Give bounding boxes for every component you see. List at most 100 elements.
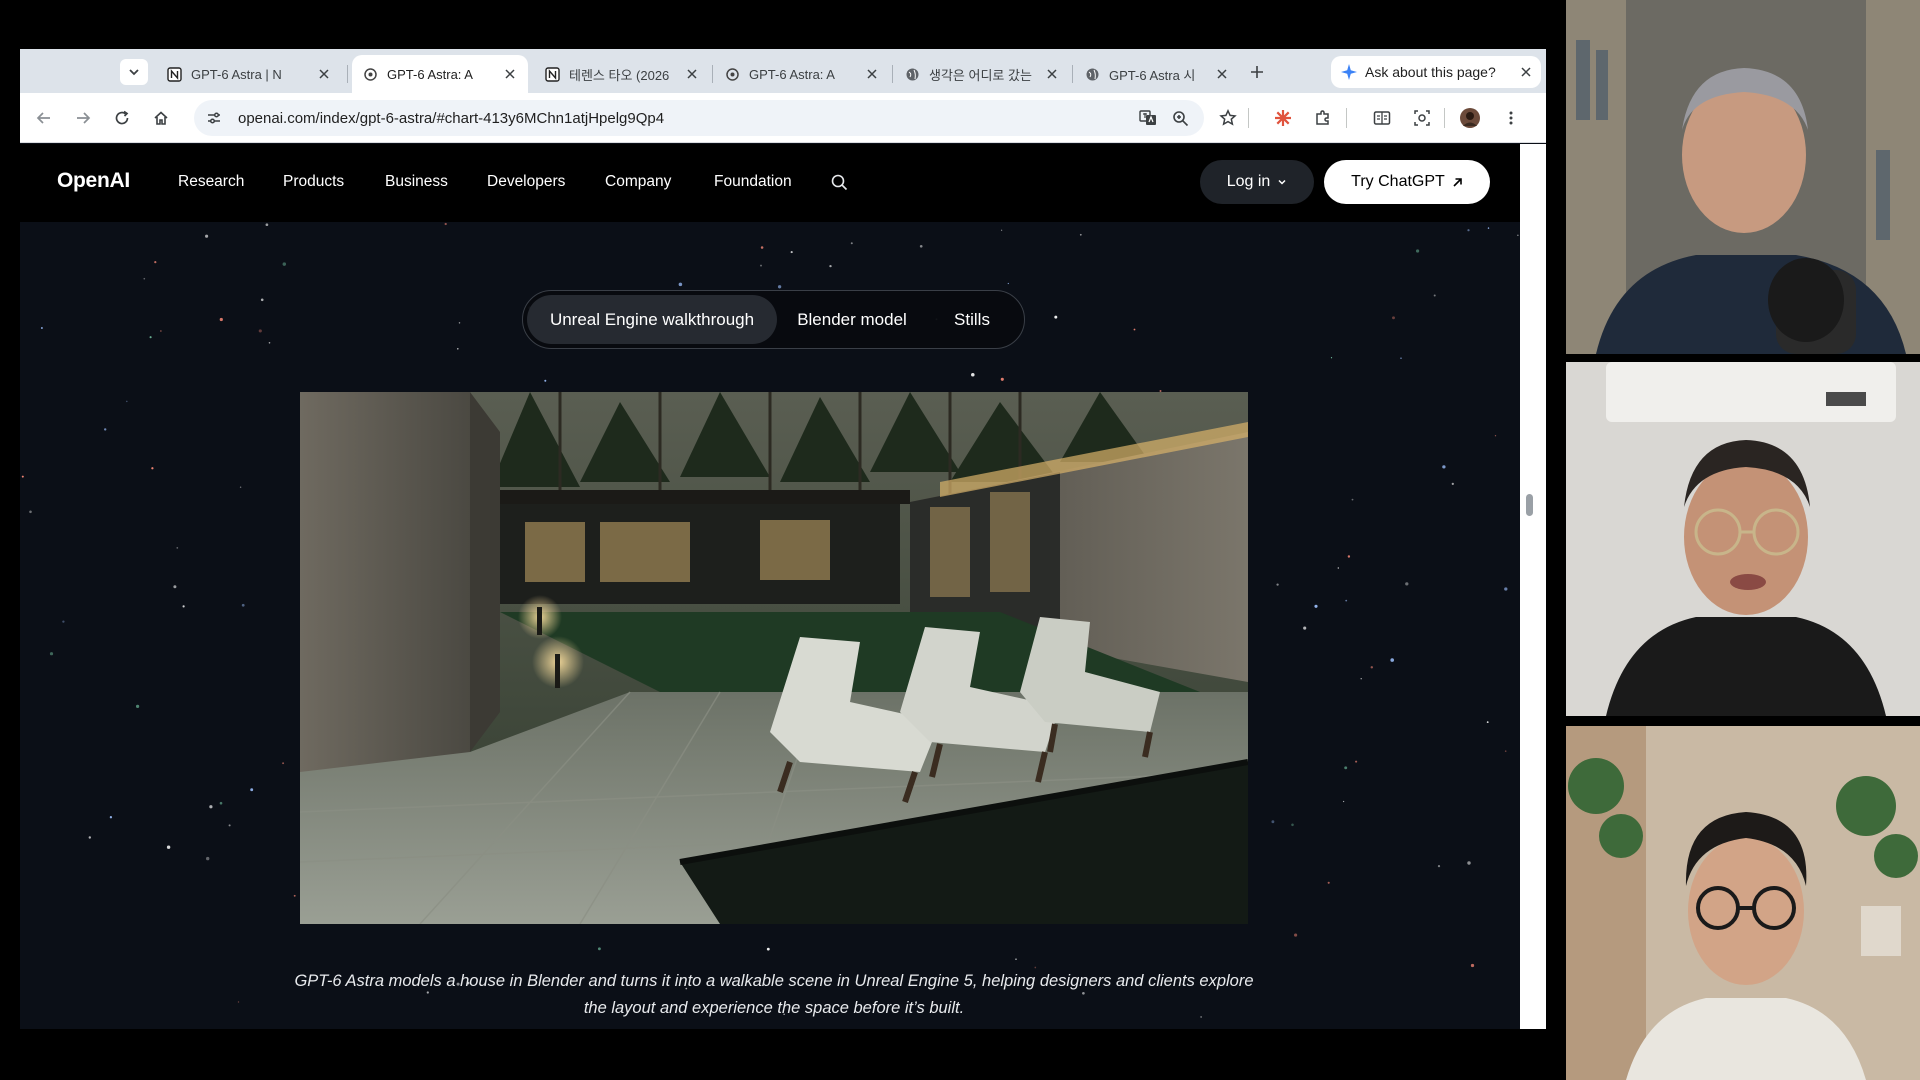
star [228, 824, 231, 827]
nav-foundation[interactable]: Foundation [714, 173, 792, 191]
star [143, 277, 146, 280]
zoom-button[interactable] [1166, 104, 1194, 132]
tab-unreal-engine-walkthrough[interactable]: Unreal Engine walkthrough [527, 295, 777, 344]
star [1470, 963, 1475, 968]
tab-separator [1072, 65, 1073, 83]
close-icon[interactable] [316, 66, 332, 82]
openai-icon [362, 66, 378, 82]
star [29, 510, 32, 514]
nav-research[interactable]: Research [178, 173, 244, 191]
star [1400, 357, 1402, 360]
notion-icon [544, 66, 560, 82]
globe-icon [1084, 66, 1100, 82]
star [176, 547, 179, 549]
menu-button[interactable] [1497, 104, 1525, 132]
star [1504, 750, 1507, 752]
star [597, 947, 601, 951]
tab-5[interactable]: 생각은 어디로 갔는 [894, 55, 1070, 93]
nav-developers[interactable]: Developers [487, 173, 565, 191]
tab-strip: GPT-6 Astra | N GPT-6 Astra: A 테렌스 타오 (2… [20, 49, 1546, 93]
translate-icon [1139, 110, 1156, 125]
close-icon[interactable] [1044, 66, 1060, 82]
star [1517, 234, 1519, 236]
close-icon[interactable] [502, 66, 518, 82]
extension-asterisk-button[interactable] [1269, 104, 1297, 132]
log-in-button[interactable]: Log in [1200, 160, 1314, 204]
toolbar-divider [1346, 108, 1347, 128]
bookmark-button[interactable] [1214, 104, 1242, 132]
star [1054, 315, 1058, 319]
star [1000, 377, 1004, 381]
close-icon[interactable] [864, 66, 880, 82]
tab-title: GPT-6 Astra: A [749, 66, 835, 82]
extensions-button[interactable] [1309, 104, 1337, 132]
star [1330, 357, 1333, 359]
screenshot-button[interactable] [1408, 104, 1436, 132]
tab-stills[interactable]: Stills [927, 295, 1017, 344]
plus-icon [1251, 66, 1263, 78]
star [971, 372, 975, 377]
translate-button[interactable] [1134, 104, 1162, 132]
reading-mode-button[interactable] [1368, 104, 1396, 132]
tab-blender-model[interactable]: Blender model [785, 295, 919, 344]
web-page: OpenAI Research Products Business Develo… [20, 144, 1520, 1029]
participant-video-3 [1566, 726, 1920, 1080]
star [166, 845, 171, 849]
close-icon[interactable] [684, 66, 700, 82]
try-chatgpt-button[interactable]: Try ChatGPT [1324, 160, 1490, 204]
forward-button[interactable] [69, 104, 97, 132]
notion-icon [166, 66, 182, 82]
ask-about-page-button[interactable]: Ask about this page? [1331, 56, 1541, 88]
star [62, 620, 65, 623]
star [160, 330, 162, 332]
arrow-up-right-icon [1453, 177, 1462, 187]
tab-6[interactable]: GPT-6 Astra 시 [1074, 55, 1240, 93]
close-icon[interactable] [1214, 66, 1230, 82]
tab-3[interactable]: 테렌스 타오 (2026 [534, 55, 710, 93]
star [1345, 599, 1348, 602]
openai-icon [724, 66, 740, 82]
star [444, 222, 447, 226]
nav-products[interactable]: Products [283, 173, 344, 191]
star [21, 475, 24, 478]
star [1355, 760, 1358, 763]
search-icon [831, 174, 847, 190]
star [1276, 583, 1279, 586]
site-search-button[interactable] [828, 171, 850, 193]
scrollbar-track[interactable] [1520, 144, 1546, 1029]
openai-logo[interactable]: OpenAI [57, 169, 130, 193]
tab-4[interactable]: GPT-6 Astra: A [714, 55, 890, 93]
star [457, 348, 459, 350]
site-settings-icon[interactable] [206, 110, 222, 126]
tab-title: GPT-6 Astra | N [191, 66, 282, 82]
home-button[interactable] [147, 104, 175, 132]
star [1351, 498, 1354, 501]
star [109, 816, 113, 819]
courtyard-render-image [300, 392, 1248, 924]
back-button[interactable] [30, 104, 58, 132]
star [1015, 958, 1017, 960]
nav-company[interactable]: Company [605, 173, 671, 191]
star [1337, 567, 1339, 569]
star [126, 400, 128, 403]
star [1327, 881, 1330, 884]
star [239, 486, 242, 489]
tab-search-button[interactable] [120, 59, 148, 85]
scrollbar-thumb[interactable] [1526, 494, 1533, 516]
tab-2[interactable]: GPT-6 Astra: A [352, 55, 528, 93]
asterisk-icon [1275, 110, 1291, 126]
nav-business[interactable]: Business [385, 173, 448, 191]
tab-1[interactable]: GPT-6 Astra | N [156, 55, 342, 93]
reload-button[interactable] [108, 104, 136, 132]
star [760, 246, 764, 249]
new-tab-button[interactable] [1243, 59, 1271, 85]
tab-separator [892, 65, 893, 83]
star [1494, 435, 1497, 437]
close-icon[interactable] [1521, 67, 1531, 77]
address-bar[interactable]: openai.com/index/gpt-6-astra/#chart-413y… [194, 100, 1204, 136]
walkthrough-video[interactable] [300, 392, 1248, 924]
toolbar-divider [1248, 108, 1249, 128]
profile-avatar[interactable] [1456, 104, 1484, 132]
star [241, 603, 245, 607]
star [1486, 721, 1489, 723]
